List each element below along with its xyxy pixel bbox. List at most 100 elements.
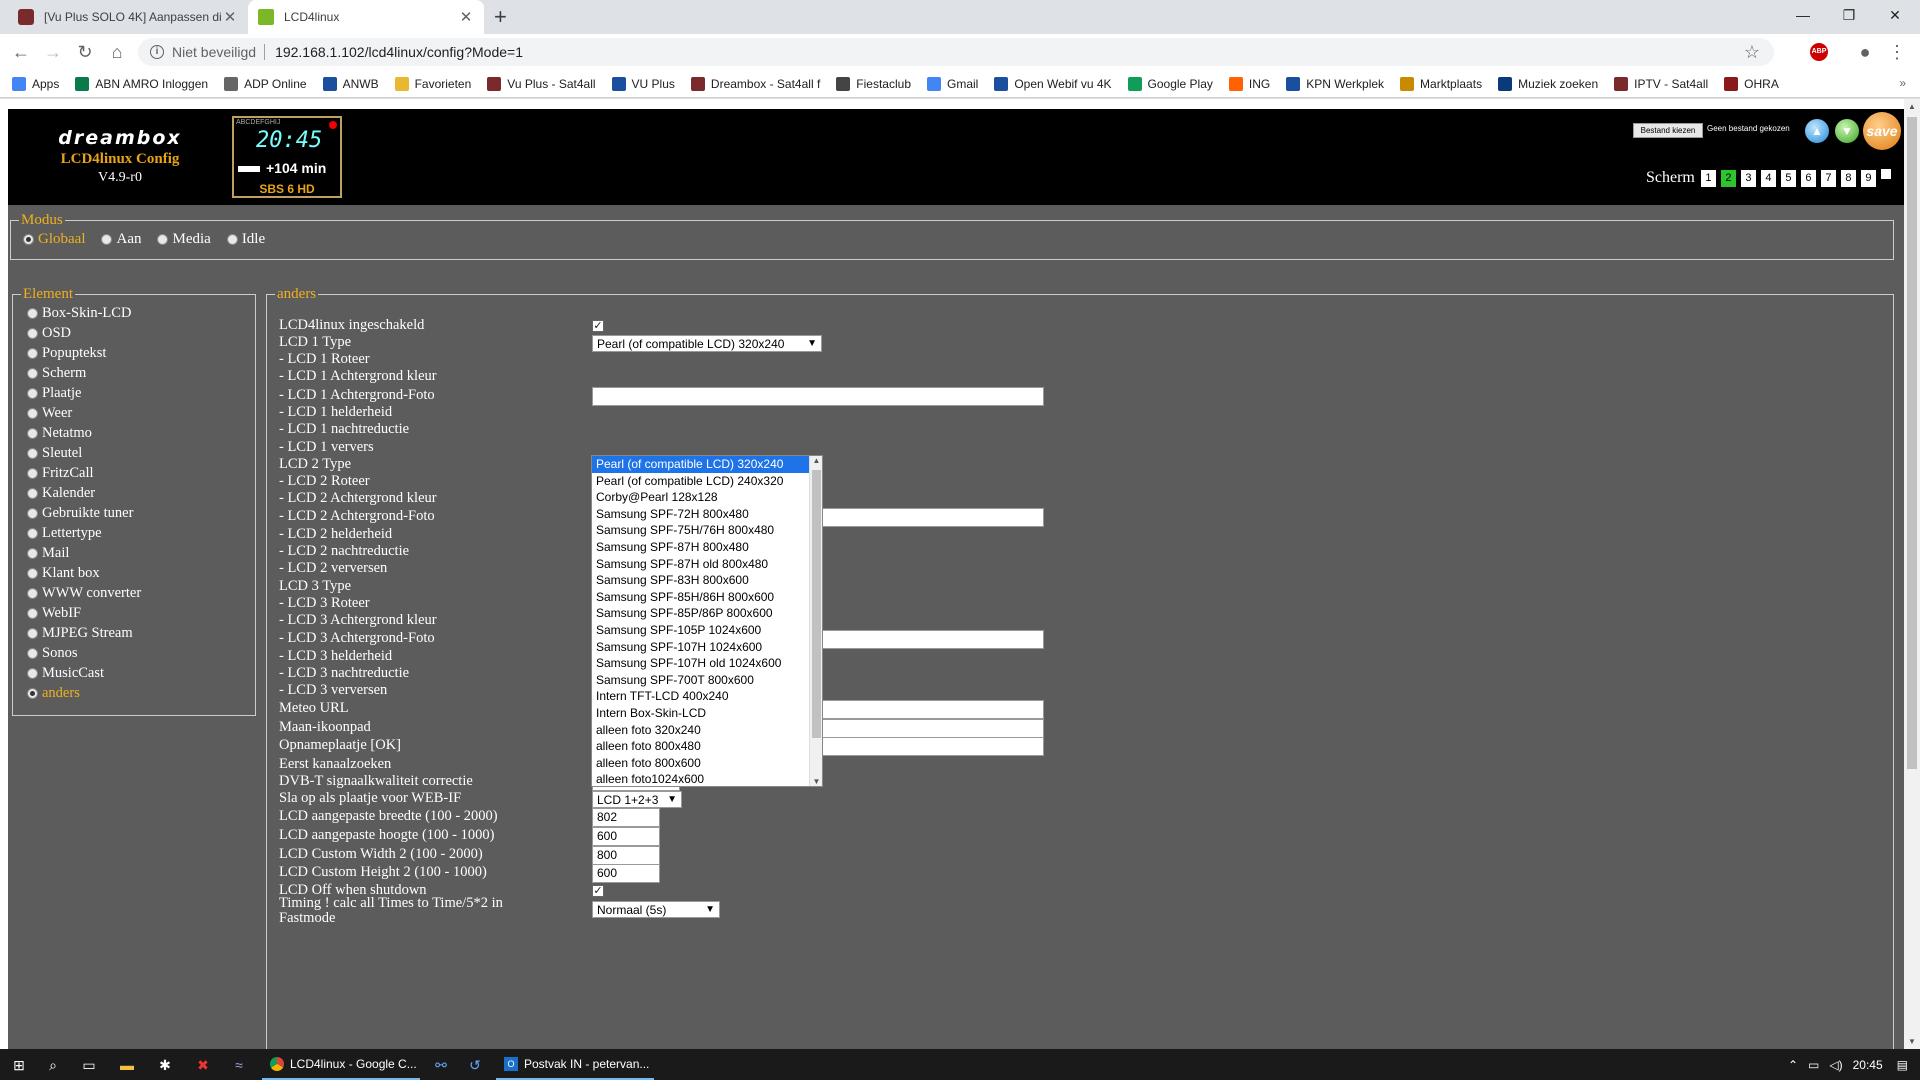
- modus-option-media[interactable]: Media: [157, 231, 211, 248]
- dropdown-option[interactable]: alleen foto 800x480: [592, 738, 810, 755]
- element-item-anders[interactable]: anders: [13, 683, 255, 703]
- profile-icon[interactable]: ●: [1852, 40, 1878, 64]
- address-bar[interactable]: i Niet beveiligd 192.168.1.102/lcd4linux…: [138, 38, 1774, 66]
- bookmark-favorieten[interactable]: Favorieten: [394, 76, 471, 91]
- download-icon[interactable]: ▼: [1835, 119, 1859, 143]
- bookmark-iptv-sat4all[interactable]: IPTV - Sat4all: [1614, 76, 1708, 91]
- element-item-plaatje[interactable]: Plaatje: [13, 383, 255, 403]
- search-icon[interactable]: ⌕: [42, 1054, 64, 1076]
- radio-button[interactable]: [27, 647, 38, 659]
- reload-icon[interactable]: ↻: [72, 40, 98, 64]
- element-item-kalender[interactable]: Kalender: [13, 483, 255, 503]
- setting-select[interactable]: Pearl (of compatible LCD) 320x240 ▼: [592, 335, 822, 352]
- dropdown-option[interactable]: Samsung SPF-72H 800x480: [592, 506, 810, 523]
- home-icon[interactable]: ⌂: [104, 40, 130, 64]
- bookmark-anwb[interactable]: ANWB: [322, 76, 379, 91]
- element-item-popuptekst[interactable]: Popuptekst: [13, 343, 255, 363]
- element-item-sleutel[interactable]: Sleutel: [13, 443, 255, 463]
- screen-button-6[interactable]: 6: [1800, 169, 1816, 187]
- radio-button[interactable]: [27, 687, 38, 699]
- screen-button-1[interactable]: 1: [1700, 169, 1716, 187]
- setting-number-input[interactable]: 600: [592, 827, 660, 846]
- page-scrollbar[interactable]: ▲ ▼: [1904, 99, 1920, 1049]
- radio-button[interactable]: [27, 567, 38, 579]
- dropdown-option[interactable]: Pearl (of compatible LCD) 240x320: [592, 473, 810, 490]
- dropdown-option[interactable]: Samsung SPF-107H old 1024x600: [592, 655, 810, 672]
- dropdown-option[interactable]: Samsung SPF-700T 800x600: [592, 672, 810, 689]
- scroll-up-icon[interactable]: ▲: [810, 456, 823, 465]
- task-view-icon[interactable]: ▭: [78, 1054, 100, 1076]
- screen-button-3[interactable]: 3: [1740, 169, 1756, 187]
- bookmark-abn-amro-inloggen[interactable]: ABN AMRO Inloggen: [75, 76, 208, 91]
- element-item-netatmo[interactable]: Netatmo: [13, 423, 255, 443]
- bookmark-marktplaats[interactable]: Marktplaats: [1400, 76, 1482, 91]
- bookmark-google-play[interactable]: Google Play: [1127, 76, 1213, 91]
- bookmark-star-icon[interactable]: ☆: [1744, 42, 1760, 63]
- taskbar-chrome[interactable]: LCD4linux - Google C...: [262, 1049, 420, 1080]
- element-item-webif[interactable]: WebIF: [13, 603, 255, 623]
- radio-button[interactable]: [101, 234, 113, 245]
- app-icon[interactable]: ✖: [192, 1054, 214, 1076]
- windows-start-icon[interactable]: ⊞: [8, 1054, 30, 1076]
- upload-icon[interactable]: ▲: [1805, 119, 1829, 143]
- element-item-sonos[interactable]: Sonos: [13, 643, 255, 663]
- dropdown-option[interactable]: Samsung SPF-75H/76H 800x480: [592, 522, 810, 539]
- more-bookmarks-icon[interactable]: »: [1899, 76, 1906, 90]
- setting-number-input[interactable]: 802: [592, 808, 660, 827]
- bookmark-ohra[interactable]: OHRA: [1724, 76, 1779, 91]
- back-icon[interactable]: ←: [8, 40, 34, 64]
- dropdown-option[interactable]: Samsung SPF-87H old 800x480: [592, 556, 810, 573]
- tab-lcd4linux[interactable]: LCD4linux ✕: [248, 0, 484, 34]
- screen-button-9[interactable]: 9: [1860, 169, 1876, 187]
- save-button[interactable]: save: [1863, 112, 1901, 150]
- radio-button[interactable]: [27, 547, 38, 559]
- screen-button-4[interactable]: 4: [1760, 169, 1776, 187]
- close-tab-icon[interactable]: ✕: [458, 8, 474, 26]
- dropdown-option[interactable]: Samsung SPF-87H 800x480: [592, 539, 810, 556]
- info-icon[interactable]: i: [150, 45, 164, 59]
- modus-option-idle[interactable]: Idle: [226, 231, 265, 248]
- dropdown-scrollbar[interactable]: ▲ ▼: [809, 456, 822, 786]
- lcd-preview[interactable]: ABCDEFGHIJ 20:45 +104 min SBS 6 HD: [232, 116, 342, 198]
- bookmark-open-webif-vu-4k[interactable]: Open Webif vu 4K: [994, 76, 1112, 91]
- radio-button[interactable]: [27, 507, 38, 519]
- radio-button[interactable]: [226, 234, 238, 245]
- bookmark-vu-plus-sat4all[interactable]: Vu Plus - Sat4all: [487, 76, 596, 91]
- scroll-down-icon[interactable]: ▼: [810, 777, 823, 786]
- radio-button[interactable]: [27, 627, 38, 639]
- screen-button-5[interactable]: 5: [1780, 169, 1796, 187]
- new-tab-icon[interactable]: +: [494, 5, 507, 29]
- app-icon[interactable]: ↺: [464, 1054, 486, 1076]
- forward-icon[interactable]: →: [40, 40, 66, 64]
- dropdown-option[interactable]: Samsung SPF-83H 800x600: [592, 572, 810, 589]
- taskbar-outlook[interactable]: O Postvak IN - petervan...: [496, 1049, 654, 1080]
- dropdown-option[interactable]: Samsung SPF-107H 1024x600: [592, 639, 810, 656]
- bookmark-ing[interactable]: ING: [1228, 76, 1270, 91]
- radio-button[interactable]: [27, 587, 38, 599]
- volume-icon[interactable]: ◁): [1829, 1058, 1842, 1072]
- scroll-thumb[interactable]: [1907, 117, 1917, 769]
- minimize-icon[interactable]: —: [1780, 0, 1826, 30]
- radio-button[interactable]: [27, 347, 38, 359]
- element-item-musiccast[interactable]: MusicCast: [13, 663, 255, 683]
- dropdown-option[interactable]: alleen foto1024x600: [592, 771, 810, 788]
- element-item-box-skin-lcd[interactable]: Box-Skin-LCD: [13, 303, 255, 323]
- setting-checkbox[interactable]: ✓: [592, 885, 604, 897]
- radio-button[interactable]: [27, 307, 38, 319]
- app-icon[interactable]: ⚯: [430, 1054, 452, 1076]
- element-item-mjpeg-stream[interactable]: MJPEG Stream: [13, 623, 255, 643]
- adblock-icon[interactable]: ABP: [1806, 40, 1832, 64]
- element-item-fritzcall[interactable]: FritzCall: [13, 463, 255, 483]
- modus-option-aan[interactable]: Aan: [101, 231, 141, 248]
- element-item-www-converter[interactable]: WWW converter: [13, 583, 255, 603]
- element-item-klant-box[interactable]: Klant box: [13, 563, 255, 583]
- choose-file-button[interactable]: Bestand kiezen: [1633, 123, 1703, 138]
- bookmark-vu-plus[interactable]: VU Plus: [611, 76, 675, 91]
- dropdown-option[interactable]: alleen foto 320x240: [592, 722, 810, 739]
- bookmark-fiestaclub[interactable]: Fiestaclub: [836, 76, 911, 91]
- dropdown-option[interactable]: Corby@Pearl 128x128: [592, 489, 810, 506]
- setting-checkbox[interactable]: ✓: [592, 320, 604, 332]
- radio-button[interactable]: [27, 447, 38, 459]
- maximize-icon[interactable]: ❐: [1826, 0, 1872, 30]
- radio-button[interactable]: [27, 407, 38, 419]
